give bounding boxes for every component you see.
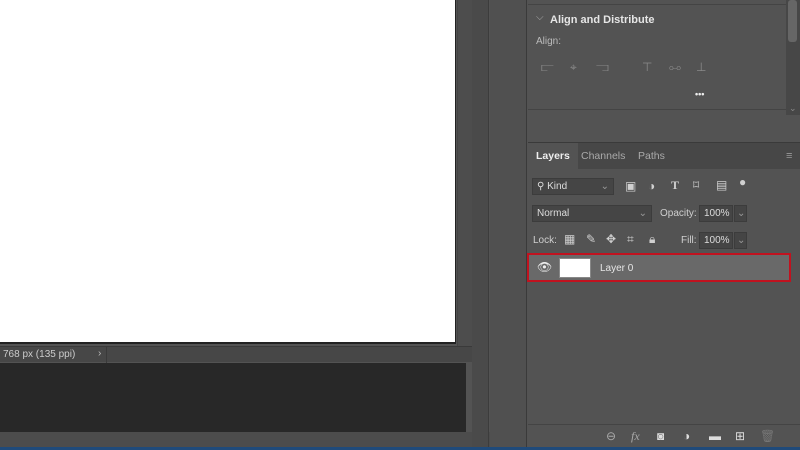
blend-mode-value: Normal (537, 208, 570, 219)
chevron-down-icon: ⌄ (638, 208, 647, 219)
shape-filter-icon[interactable]: ⌑ (693, 178, 699, 192)
chevron-down-icon[interactable]: ⌵ (536, 12, 544, 23)
smart-object-filter-icon[interactable]: ▤ (716, 178, 727, 192)
layers-footer: ⊖ fx ◙ ◑ ▬ ⊞ 🗑︎ (528, 424, 800, 447)
layer-row[interactable]: 👁︎ Layer 0 (527, 253, 791, 282)
doc-info: 768 px (135 ppi) (3, 349, 76, 360)
fill-dropdown[interactable]: ⌄ (734, 232, 747, 249)
document-scrollbar[interactable] (457, 0, 472, 362)
scroll-down-icon[interactable]: ⌄ (789, 103, 797, 114)
document-canvas[interactable] (0, 0, 456, 344)
new-group-folder-icon[interactable]: ▬ (709, 429, 721, 443)
align-bottom-icon[interactable]: ⊥ (696, 60, 706, 74)
scrollbar-thumb[interactable] (788, 0, 797, 42)
blend-mode-select[interactable]: Normal ⌄ (532, 205, 652, 222)
chevron-down-icon: ⌄ (600, 181, 609, 192)
lock-image-pixels-icon[interactable]: ✎ (586, 232, 596, 246)
adjustment-filter-icon[interactable]: ◑ (648, 179, 655, 193)
add-mask-icon[interactable]: ◙ (657, 429, 664, 443)
delete-trash-icon[interactable]: 🗑︎ (760, 429, 775, 443)
status-bar: 768 px (135 ppi) › (0, 346, 472, 363)
layer-style-fx-icon[interactable]: fx (631, 429, 640, 444)
visibility-eye-icon[interactable]: 👁︎ (537, 260, 552, 274)
align-top-icon[interactable]: ⊤ (642, 60, 652, 74)
lock-all-icon[interactable]: 🔒︎ (649, 232, 655, 247)
bottom-strip (0, 432, 490, 447)
type-filter-icon[interactable]: T (671, 178, 679, 193)
opacity-label: Opacity: (660, 208, 697, 219)
new-layer-icon[interactable]: ⊞ (735, 429, 745, 443)
align-horizontal-center-icon[interactable]: ⌖ (570, 60, 577, 75)
collapsed-panel-column (490, 0, 527, 447)
tab-paths[interactable]: Paths (630, 143, 673, 170)
lock-transparent-pixels-icon[interactable]: ▦ (564, 232, 575, 246)
filter-kind-select[interactable]: ⚲ Kind ⌄ (532, 178, 614, 195)
panel-menu-icon[interactable]: ≡ (786, 150, 792, 162)
adjustment-layer-icon[interactable]: ◑ (683, 429, 690, 443)
lock-label: Lock: (533, 235, 557, 246)
layer-thumbnail (559, 258, 591, 278)
divider (106, 347, 107, 363)
search-icon: ⚲ (537, 181, 545, 192)
tab-layers[interactable]: Layers (528, 143, 578, 170)
filter-kind-value: Kind (547, 181, 568, 192)
layers-panel-tabs: Layers Channels Paths ≡ (528, 142, 800, 170)
align-vertical-center-icon[interactable]: ⧟ (669, 60, 681, 75)
opacity-dropdown[interactable]: ⌄ (734, 205, 747, 222)
section-title: Align and Distribute (550, 14, 655, 26)
fill-input[interactable]: 100% (699, 232, 733, 249)
align-right-icon[interactable]: ⫎ (596, 60, 609, 75)
status-menu-arrow[interactable]: › (98, 348, 101, 359)
link-layers-icon[interactable]: ⊖ (606, 429, 616, 443)
lock-position-icon[interactable]: ✥ (606, 232, 616, 246)
opacity-input[interactable]: 100% (699, 205, 733, 222)
align-distribute-section: ⌵ Align and Distribute Align: ⫍ ⌖ ⫎ ⊤ ⧟ … (528, 0, 786, 110)
pasteboard (0, 363, 466, 432)
layer-name[interactable]: Layer 0 (600, 263, 633, 274)
more-options-button[interactable]: ••• (695, 89, 704, 99)
lock-artboard-icon[interactable]: ⌗ (627, 232, 634, 247)
tab-channels[interactable]: Channels (573, 143, 633, 170)
align-label: Align: (536, 36, 562, 47)
pixel-layer-filter-icon[interactable]: ▣ (625, 179, 636, 193)
filter-toggle-icon[interactable]: ● (739, 175, 746, 189)
fill-label: Fill: (681, 235, 697, 246)
panel-dock-divider (472, 0, 489, 447)
align-left-icon[interactable]: ⫍ (541, 60, 554, 75)
